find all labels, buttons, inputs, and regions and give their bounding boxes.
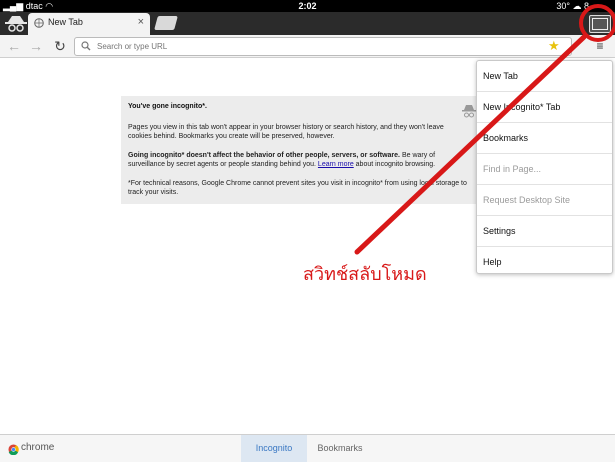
annotation-overlay xyxy=(354,4,615,255)
chrome-logo-icon xyxy=(8,444,19,455)
brand-name: chrome xyxy=(21,442,55,453)
annotation-label: สวิทช์สลับโหมด xyxy=(303,264,427,285)
annotation-arrow-line xyxy=(354,34,587,255)
annotation-circle xyxy=(579,4,615,42)
bottom-tab-bookmarks[interactable]: Bookmarks xyxy=(307,435,373,462)
bottom-bar: chrome Incognito Bookmarks xyxy=(0,434,615,462)
bottom-tab-incognito[interactable]: Incognito xyxy=(241,435,307,462)
